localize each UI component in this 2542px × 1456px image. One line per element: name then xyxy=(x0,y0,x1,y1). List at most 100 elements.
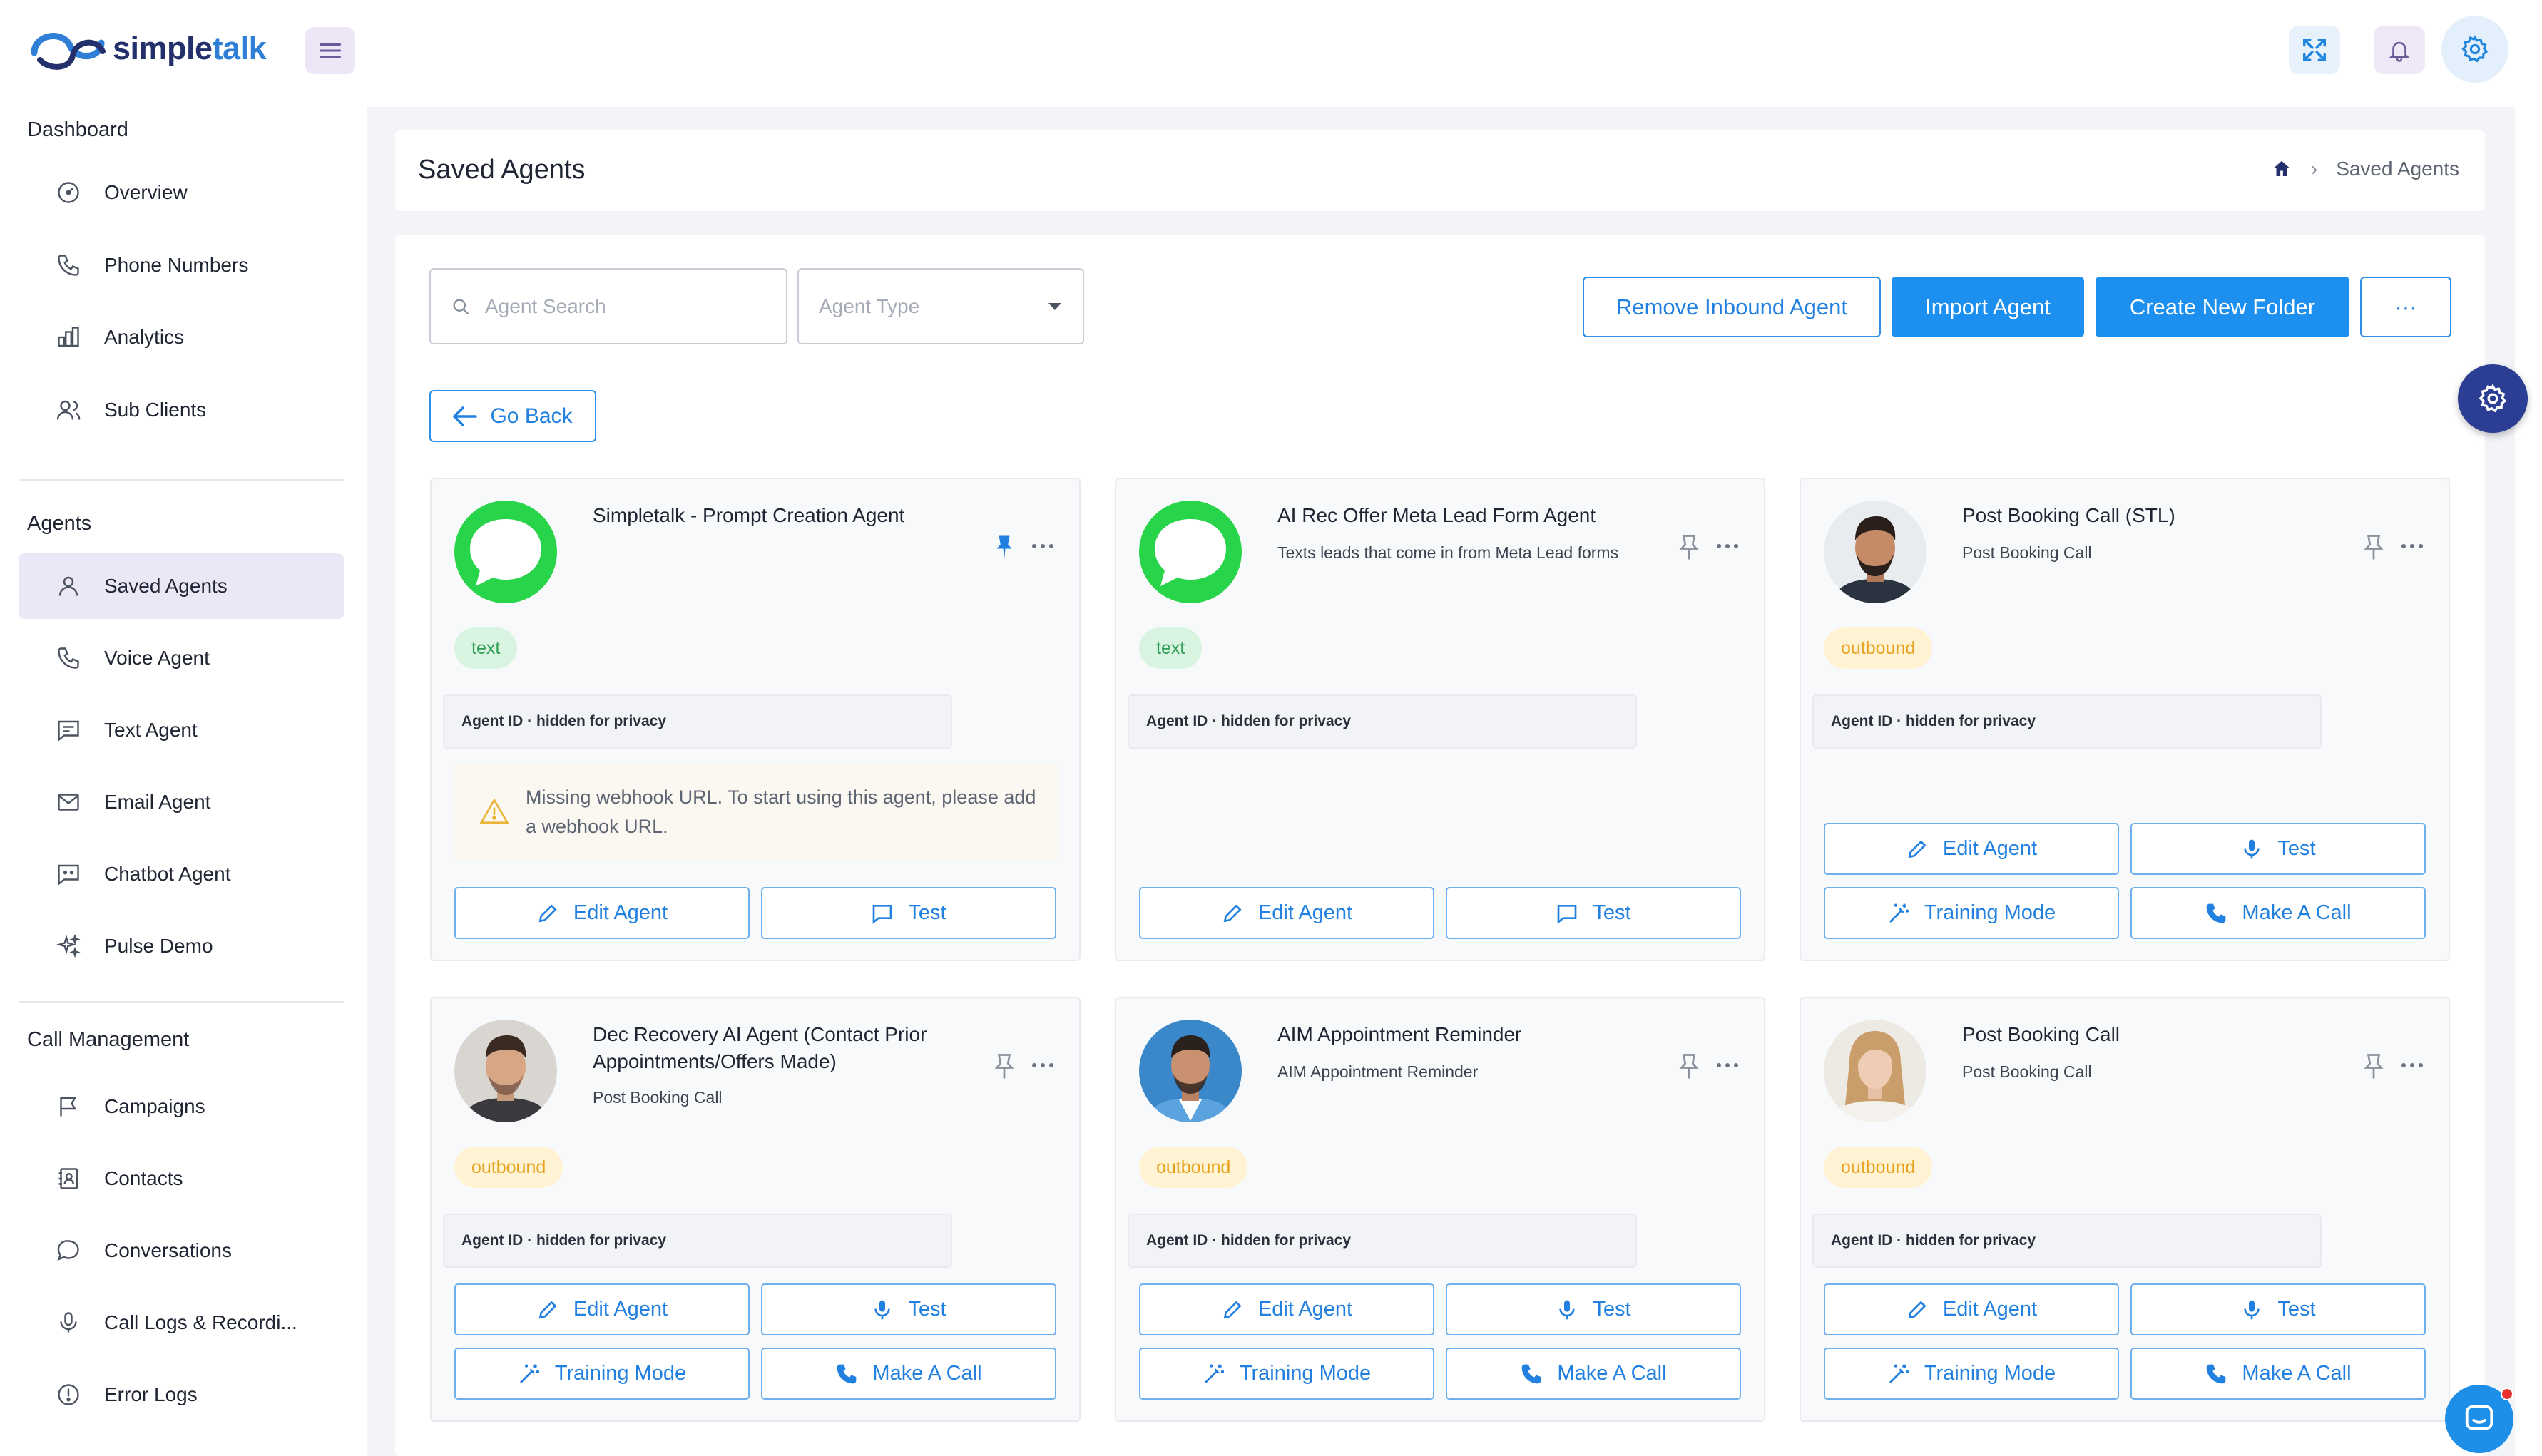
home-icon[interactable] xyxy=(2271,158,2292,180)
sidebar-item-contacts[interactable]: Contacts xyxy=(19,1146,344,1211)
go-back-label: Go Back xyxy=(490,404,573,428)
test-agent-button[interactable]: Test xyxy=(1446,1283,1741,1335)
make-a-call-label: Make A Call xyxy=(2242,901,2352,924)
agent-card[interactable]: AIM Appointment Reminder AIM Appointment… xyxy=(1115,997,1765,1422)
sidebar-item-saved-agents[interactable]: Saved Agents xyxy=(19,553,344,619)
agent-type-select[interactable]: Agent Type xyxy=(797,268,1084,344)
page-header-card: Saved Agents › Saved Agents xyxy=(395,130,2485,211)
pin-icon[interactable] xyxy=(2363,535,2384,560)
sidebar-item-email-agent[interactable]: Email Agent xyxy=(19,769,344,835)
pin-icon[interactable] xyxy=(1678,1054,1700,1080)
microphone-icon xyxy=(874,1300,891,1319)
sidebar-item-phone-numbers[interactable]: Phone Numbers xyxy=(19,232,344,298)
chatbot-icon xyxy=(58,864,79,886)
edit-agent-button[interactable]: Edit Agent xyxy=(1824,1283,2119,1335)
breadcrumb: › Saved Agents xyxy=(2271,158,2459,180)
breadcrumb-current: Saved Agents xyxy=(2336,158,2459,180)
edit-agent-button[interactable]: Edit Agent xyxy=(1139,1283,1434,1335)
logo[interactable]: simpletalk xyxy=(27,20,267,77)
more-horizontal-icon[interactable] xyxy=(2400,1061,2424,1070)
agent-search-input[interactable] xyxy=(485,294,756,318)
go-back-button[interactable]: Go Back xyxy=(429,390,596,442)
more-horizontal-icon[interactable] xyxy=(1031,542,1055,550)
sidebar-divider xyxy=(19,479,344,481)
agent-description: Post Booking Call xyxy=(1962,1062,2092,1081)
make-a-call-button[interactable]: Make A Call xyxy=(2130,887,2426,939)
gear-icon xyxy=(2461,35,2489,63)
agent-name: AIM Appointment Reminder xyxy=(1277,1023,1522,1045)
notifications-button[interactable] xyxy=(2374,26,2425,74)
sidebar-item-text-agent[interactable]: Text Agent xyxy=(19,697,344,763)
pin-icon[interactable] xyxy=(2363,1054,2384,1080)
pencil-icon xyxy=(538,1300,557,1318)
edit-agent-button[interactable]: Edit Agent xyxy=(1139,887,1434,939)
agent-search-field[interactable] xyxy=(429,268,787,344)
sidebar-item-campaigns[interactable]: Campaigns xyxy=(19,1074,344,1139)
more-horizontal-icon[interactable] xyxy=(1715,1061,1740,1070)
caret-down-icon xyxy=(1048,302,1061,310)
sidebar-item-conversations[interactable]: Conversations xyxy=(19,1218,344,1283)
logo-icon xyxy=(31,33,106,70)
sidebar-item-error-logs[interactable]: Error Logs xyxy=(19,1362,344,1427)
edit-agent-button[interactable]: Edit Agent xyxy=(1824,823,2119,875)
sidebar-item-chatbot-agent[interactable]: Chatbot Agent xyxy=(19,841,344,907)
test-agent-button[interactable]: Test xyxy=(1446,887,1741,939)
contacts-icon xyxy=(58,1168,78,1189)
training-mode-button[interactable]: Training Mode xyxy=(1139,1348,1434,1400)
sidebar-item-voice-agent[interactable]: Voice Agent xyxy=(19,625,344,691)
edit-agent-button[interactable]: Edit Agent xyxy=(454,887,750,939)
agent-card[interactable]: Post Booking Call (STL) Post Booking Cal… xyxy=(1800,478,2450,961)
pencil-icon xyxy=(1908,839,1926,858)
pin-icon[interactable] xyxy=(994,535,1015,560)
import-agent-button[interactable]: Import Agent xyxy=(1892,277,2084,337)
chevron-right-icon: › xyxy=(2310,158,2318,180)
sidebar-item-analytics[interactable]: Analytics xyxy=(19,304,344,370)
pin-icon[interactable] xyxy=(1678,535,1700,560)
fullscreen-button[interactable] xyxy=(2289,26,2340,74)
agent-id-label: Agent ID · hidden for privacy xyxy=(1128,694,1637,749)
create-new-folder-button[interactable]: Create New Folder xyxy=(2096,277,2349,337)
sidebar-item-pulse-demo[interactable]: Pulse Demo xyxy=(19,913,344,979)
sidebar-item-label: Saved Agents xyxy=(104,575,228,597)
more-horizontal-icon[interactable] xyxy=(2400,542,2424,550)
pin-icon[interactable] xyxy=(994,1054,1015,1080)
missing-webhook-warning: Missing webhook URL. To start using this… xyxy=(454,764,1058,860)
page-title: Saved Agents xyxy=(418,155,586,185)
remove-inbound-agent-button[interactable]: Remove Inbound Agent xyxy=(1583,277,1881,337)
test-agent-button[interactable]: Test xyxy=(761,887,1056,939)
message-bubble-icon xyxy=(470,519,541,586)
floating-settings-button[interactable] xyxy=(2458,364,2528,433)
sidebar-item-sub-clients[interactable]: Sub Clients xyxy=(19,377,344,443)
agent-avatar xyxy=(454,1020,557,1122)
agent-name: Post Booking Call xyxy=(1962,1023,2120,1045)
agent-card[interactable]: Dec Recovery AI Agent (Contact Prior App… xyxy=(430,997,1081,1422)
pencil-icon xyxy=(538,903,557,922)
sidebar-item-label: Email Agent xyxy=(104,791,211,813)
sidebar-item-label: Sub Clients xyxy=(104,399,207,421)
more-horizontal-icon[interactable] xyxy=(1031,1061,1055,1070)
sidebar-item-overview[interactable]: Overview xyxy=(19,160,344,225)
agent-card[interactable]: AI Rec Offer Meta Lead Form Agent Texts … xyxy=(1115,478,1765,961)
agent-id-label: Agent ID · hidden for privacy xyxy=(1128,1214,1637,1268)
training-mode-button[interactable]: Training Mode xyxy=(1824,1348,2119,1400)
sidebar-item-call-logs[interactable]: Call Logs & Recordi... xyxy=(19,1290,344,1355)
test-agent-button[interactable]: Test xyxy=(761,1283,1056,1335)
message-icon xyxy=(1558,904,1577,924)
make-a-call-button[interactable]: Make A Call xyxy=(1446,1348,1741,1400)
more-horizontal-icon[interactable] xyxy=(1715,542,1740,550)
agent-card[interactable]: Post Booking Call Post Booking Call outb… xyxy=(1800,997,2450,1422)
more-options-button[interactable]: ··· xyxy=(2360,277,2451,337)
training-mode-button[interactable]: Training Mode xyxy=(454,1348,750,1400)
sidebar-item-label: Overview xyxy=(104,181,188,203)
edit-agent-button[interactable]: Edit Agent xyxy=(454,1283,750,1335)
make-a-call-button[interactable]: Make A Call xyxy=(2130,1348,2426,1400)
test-agent-button[interactable]: Test xyxy=(2130,823,2426,875)
make-a-call-button[interactable]: Make A Call xyxy=(761,1348,1056,1400)
test-agent-button[interactable]: Test xyxy=(2130,1283,2426,1335)
agent-card[interactable]: Simpletalk - Prompt Creation Agent text … xyxy=(430,478,1081,961)
training-mode-button[interactable]: Training Mode xyxy=(1824,887,2119,939)
menu-toggle-button[interactable] xyxy=(305,27,355,74)
sidebar-item-label: Campaigns xyxy=(104,1095,205,1117)
settings-button[interactable] xyxy=(2441,16,2508,83)
bar-chart-icon xyxy=(58,327,79,347)
